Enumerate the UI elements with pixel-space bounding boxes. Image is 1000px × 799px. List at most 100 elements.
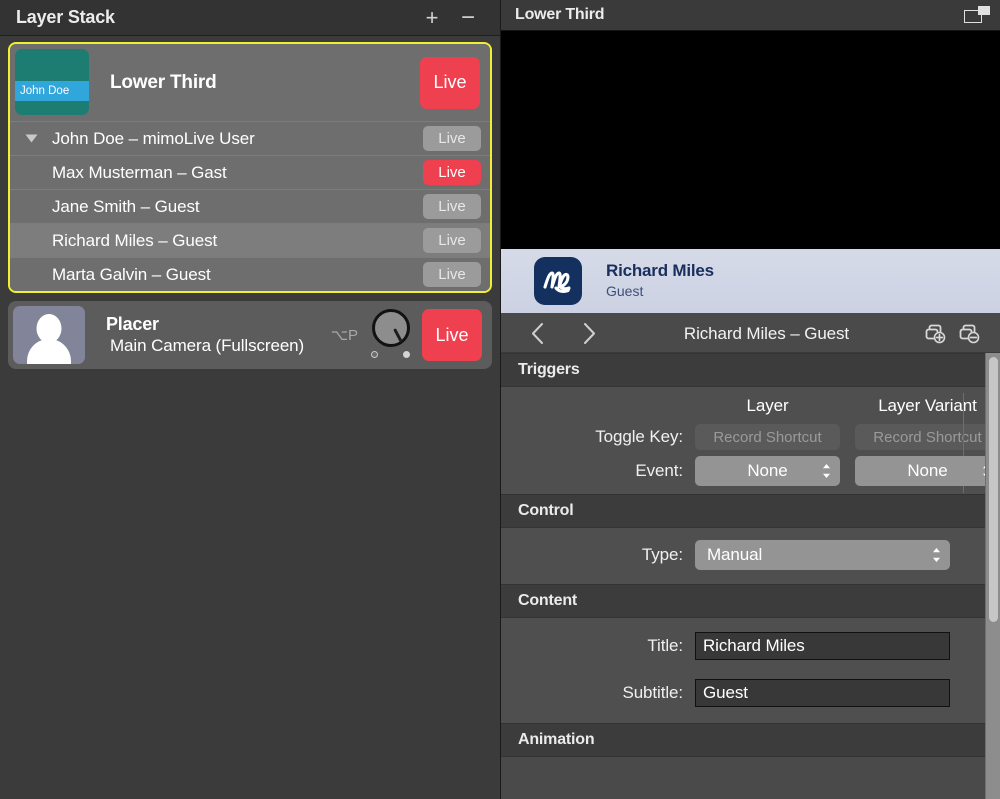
layer-stack-header: Layer Stack + − — [0, 0, 500, 36]
layer-card-placer[interactable]: Placer Main Camera (Fullscreen) ⌥P Live — [8, 301, 492, 369]
layer-variant-label: Richard Miles – Guest — [52, 230, 218, 250]
layer-stack-pane: Layer Stack + − John Doe Lower Third Liv… — [0, 0, 500, 799]
layer-thumbnail: John Doe — [15, 49, 89, 115]
lower-third-title: Richard Miles — [606, 261, 714, 281]
layer-stack-list: John Doe Lower Third Live John Doe – mim… — [0, 36, 500, 799]
subtitle-row: Subtitle: Guest — [501, 679, 1000, 707]
layer-variant-live-button[interactable]: Live — [423, 194, 481, 219]
variant-nav-bar: Richard Miles – Guest — [501, 315, 1000, 353]
knob-dial-icon[interactable] — [372, 309, 410, 347]
control-type-row: Type: Manual — [501, 540, 1000, 570]
chevron-updown-icon — [932, 547, 941, 563]
previous-variant-button[interactable] — [511, 319, 563, 349]
placer-shortcut-label: ⌥P — [330, 327, 358, 344]
layer-group-lower-third[interactable]: John Doe Lower Third Live John Doe – mim… — [8, 42, 492, 293]
toggle-key-variant-field[interactable]: Record Shortcut — [854, 424, 1000, 450]
control-type-value: Manual — [707, 545, 763, 564]
layer-variant-row[interactable]: Max Musterman – Gast Live — [10, 155, 490, 189]
layer-variant-label: John Doe – mimoLive User — [52, 128, 255, 148]
thumbnail-caption: John Doe — [20, 85, 70, 97]
video-preview[interactable] — [501, 31, 1000, 249]
placer-live-button[interactable]: Live — [422, 309, 482, 361]
knob-dot-right — [403, 351, 410, 358]
title-input[interactable]: Richard Miles — [695, 632, 950, 660]
subtitle-input[interactable]: Guest — [695, 679, 950, 707]
trigger-column-headers: Layer Layer Variant — [501, 393, 1000, 418]
layer-group-title-wrap: Lower Third — [89, 44, 420, 121]
inspector-title: Lower Third — [515, 6, 605, 23]
layer-variant-live-button[interactable]: Live — [423, 262, 481, 287]
add-variant-icon[interactable] — [918, 320, 952, 348]
event-variant-value: None — [907, 461, 948, 480]
layer-variant-row[interactable]: John Doe – mimoLive User Live — [10, 121, 490, 155]
lower-third-graphic: Richard Miles Guest — [501, 249, 1000, 315]
chevron-updown-icon — [822, 463, 831, 479]
section-title-animation: Animation — [518, 731, 595, 748]
section-body-control: Type: Manual — [501, 528, 1000, 584]
layer-variant-row[interactable]: Marta Galvin – Guest Live — [10, 257, 490, 291]
lower-third-subtitle: Guest — [606, 282, 644, 299]
event-variant-select[interactable]: None — [854, 456, 1000, 486]
section-body-content: Title: Richard Miles Subtitle: Guest — [501, 618, 1000, 723]
knob-dot-left — [371, 351, 378, 358]
layer-live-button[interactable]: Live — [420, 56, 480, 109]
layer-group-title: Lower Third — [110, 71, 217, 93]
detach-icon-rect-front — [978, 6, 990, 15]
event-row: Event: None None — [501, 456, 1000, 486]
section-body-triggers: Layer Layer Variant Toggle Key: Record S… — [501, 387, 1000, 494]
thumbnail-name-band: John Doe — [15, 81, 89, 101]
knob-needle — [393, 328, 403, 343]
add-layer-button[interactable]: + — [414, 3, 450, 33]
lower-third-text: Richard Miles Guest — [582, 261, 714, 300]
next-variant-button[interactable] — [563, 319, 615, 349]
layer-variant-label: Max Musterman – Gast — [52, 162, 227, 182]
mimolive-window: Layer Stack + − John Doe Lower Third Liv… — [0, 0, 1000, 799]
layer-variant-row-selected[interactable]: Richard Miles – Guest Live — [10, 223, 490, 257]
toggle-key-layer-field[interactable]: Record Shortcut — [695, 424, 841, 450]
inspector-scroll-region: Triggers Layer Layer Variant Toggle Key:… — [501, 353, 1000, 799]
remove-variant-icon[interactable] — [952, 320, 986, 348]
subtitle-field-label: Subtitle: — [622, 683, 683, 702]
variant-nav-title: Richard Miles – Guest — [683, 323, 850, 343]
section-header-content[interactable]: Content — [501, 584, 1000, 618]
placer-knob[interactable] — [368, 309, 414, 361]
trigger-column-layer-header: Layer — [746, 396, 789, 415]
remove-layer-button[interactable]: − — [450, 3, 486, 33]
scrollbar-thumb[interactable] — [989, 357, 998, 622]
disclosure-triangle-icon[interactable] — [18, 134, 44, 143]
placer-title: Placer — [106, 313, 159, 334]
section-title-content: Content — [518, 592, 578, 609]
title-row: Title: Richard Miles — [501, 632, 1000, 660]
toggle-key-label: Toggle Key: — [595, 427, 683, 446]
event-layer-select[interactable]: None — [695, 456, 841, 486]
layer-variant-live-button[interactable]: Live — [423, 160, 481, 185]
section-header-animation[interactable]: Animation — [501, 723, 1000, 757]
detach-window-icon[interactable] — [964, 5, 990, 25]
placer-thumbnail — [13, 306, 85, 364]
control-type-select[interactable]: Manual — [695, 540, 950, 570]
section-title-triggers: Triggers — [518, 361, 580, 378]
layer-variant-live-button[interactable]: Live — [423, 228, 481, 253]
inspector-header: Lower Third — [501, 0, 1000, 31]
mimolive-logo-icon — [534, 257, 582, 305]
trigger-column-variant-header: Layer Variant — [878, 396, 977, 415]
control-type-label: Type: — [641, 545, 683, 564]
layer-variant-row[interactable]: Jane Smith – Guest Live — [10, 189, 490, 223]
inspector-pane: Lower Third Richard Miles Guest Richard … — [500, 0, 1000, 799]
placer-text: Placer Main Camera (Fullscreen) — [85, 313, 331, 358]
layer-stack-title: Layer Stack — [16, 7, 115, 27]
event-label: Event: — [635, 461, 683, 480]
layer-variant-live-button[interactable]: Live — [423, 126, 481, 151]
layer-group-header[interactable]: John Doe Lower Third Live — [10, 44, 490, 121]
title-field-label: Title: — [647, 636, 683, 655]
placer-subtitle: Main Camera (Fullscreen) — [110, 336, 305, 356]
person-icon-body — [27, 339, 71, 364]
toggle-key-row: Toggle Key: Record Shortcut Record Short… — [501, 424, 1000, 450]
event-layer-value: None — [747, 461, 788, 480]
layer-variant-label: Jane Smith – Guest — [52, 196, 200, 216]
section-title-control: Control — [518, 502, 574, 519]
section-header-triggers[interactable]: Triggers — [501, 353, 1000, 387]
inspector-scrollbar[interactable] — [985, 353, 1000, 799]
mimolive-logo-mark — [543, 271, 571, 293]
section-header-control[interactable]: Control — [501, 494, 1000, 528]
